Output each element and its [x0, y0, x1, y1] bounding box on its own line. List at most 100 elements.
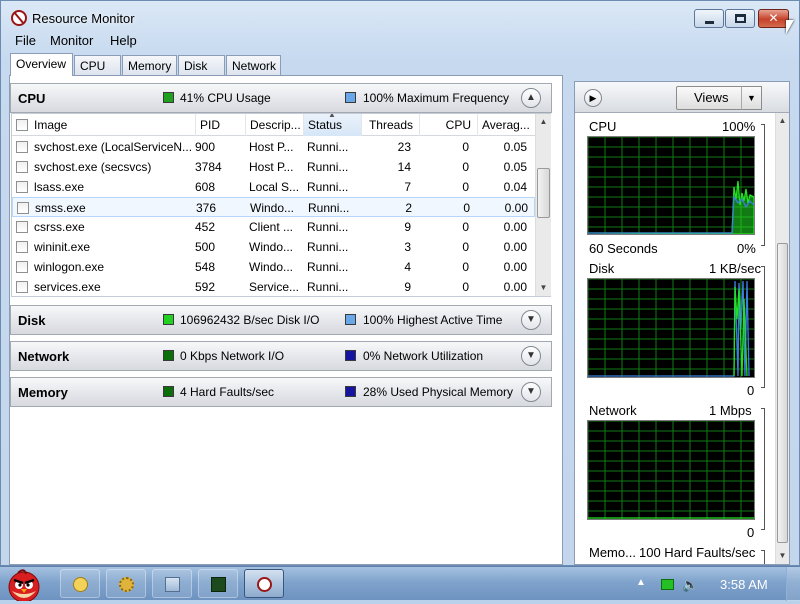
- table-cell-average: 0.00: [503, 240, 527, 254]
- column-header-status[interactable]: ▲ Status: [303, 114, 361, 136]
- column-header-status-label: Status: [308, 118, 343, 132]
- table-cell-threads: 14: [397, 160, 411, 174]
- cpu-graph-min: 0%: [737, 241, 756, 256]
- table-cell-status: Runni...: [307, 220, 349, 234]
- row-checkbox[interactable]: [17, 202, 29, 214]
- tab-cpu[interactable]: CPU: [74, 55, 121, 75]
- table-scrollbar[interactable]: ▲ ▼: [535, 114, 551, 296]
- taskbar-task-manager-button[interactable]: [198, 569, 238, 598]
- graphs-scrollbar[interactable]: ▲ ▼: [775, 113, 789, 564]
- views-dropdown-button[interactable]: ▼: [741, 86, 762, 110]
- cpu-graph-timespan: 60 Seconds: [589, 241, 658, 256]
- title-bar[interactable]: Resource Monitor ✕: [1, 1, 799, 31]
- row-checkbox[interactable]: [16, 281, 28, 293]
- select-all-checkbox[interactable]: [16, 119, 28, 131]
- row-checkbox[interactable]: [16, 181, 28, 193]
- row-checkbox[interactable]: [16, 261, 28, 273]
- row-checkbox[interactable]: [16, 141, 28, 153]
- row-checkbox[interactable]: [16, 161, 28, 173]
- tab-network[interactable]: Network: [226, 55, 281, 75]
- column-header-average[interactable]: Averag...: [477, 114, 535, 136]
- cpu-usage-label: 41% CPU Usage: [180, 91, 271, 105]
- table-row[interactable]: svchost.exe (LocalServiceN... 900 Host P..…: [12, 137, 535, 157]
- tab-disk[interactable]: Disk: [178, 55, 225, 75]
- graphs-scroll-thumb[interactable]: [777, 243, 788, 543]
- folder-icon: [73, 577, 88, 592]
- volume-tray-icon[interactable]: 🔈: [682, 577, 698, 593]
- overview-pane: CPU 41% CPU Usage 100% Maximum Frequency…: [9, 76, 563, 565]
- table-scroll-thumb[interactable]: [537, 168, 550, 218]
- table-row[interactable]: smss.exe 376 Windo... Runni... 2 0 0.00: [12, 197, 535, 217]
- close-button[interactable]: ✕: [758, 9, 789, 28]
- column-header-threads[interactable]: Threads: [361, 114, 419, 136]
- cpu-frequency-trace: [588, 195, 754, 234]
- tab-memory[interactable]: Memory: [122, 55, 177, 75]
- network-io-label: 0 Kbps Network I/O: [180, 349, 285, 363]
- table-cell-threads: 2: [405, 201, 412, 215]
- table-cell-status: Runni...: [307, 180, 349, 194]
- maximize-button[interactable]: [725, 9, 755, 28]
- table-row[interactable]: winlogon.exe 548 Windo... Runni... 4 0 0.00: [12, 257, 535, 277]
- show-hidden-icons-icon[interactable]: ▲: [636, 577, 646, 588]
- hard-faults-label: 4 Hard Faults/sec: [180, 385, 275, 399]
- scroll-down-arrow-icon[interactable]: ▼: [776, 548, 789, 564]
- table-cell-pid: 452: [195, 220, 216, 234]
- network-utilization-label: 0% Network Utilization: [363, 349, 484, 363]
- row-checkbox[interactable]: [16, 221, 28, 233]
- taskbar-clock[interactable]: 3:58 AM: [720, 577, 768, 592]
- network-expand-button[interactable]: ▼: [521, 346, 541, 366]
- disk-graph-title: Disk: [589, 261, 615, 276]
- network-io-swatch: [163, 350, 174, 361]
- row-checkbox[interactable]: [16, 241, 28, 253]
- show-desktop-button[interactable]: [786, 567, 800, 601]
- disk-graph-canvas: [588, 279, 754, 377]
- taskbar-file-button[interactable]: [152, 569, 192, 598]
- table-row[interactable]: svchost.exe (secsvcs) 3784 Host P... Runni.…: [12, 157, 535, 177]
- resource-monitor-icon: [257, 577, 272, 592]
- disk-expand-button[interactable]: ▼: [521, 310, 541, 330]
- tab-overview[interactable]: Overview: [10, 53, 73, 76]
- table-row[interactable]: wininit.exe 500 Windo... Runni... 3 0 0.00: [12, 237, 535, 257]
- memory-graph-max: 100 Hard Faults/sec: [639, 545, 756, 560]
- memory-section-header[interactable]: Memory 4 Hard Faults/sec 28% Used Physic…: [10, 377, 552, 407]
- disk-active-time-label: 100% Highest Active Time: [363, 313, 503, 327]
- column-header-description[interactable]: Descrip...: [245, 114, 303, 136]
- graphs-toolbar: ▶ Views ▼: [575, 82, 789, 113]
- menu-monitor[interactable]: Monitor: [50, 33, 93, 48]
- taskbar-explorer-button[interactable]: [60, 569, 100, 598]
- network-tray-icon[interactable]: [661, 579, 674, 590]
- menu-file[interactable]: File: [15, 33, 36, 48]
- chevron-down-icon: ▼: [526, 386, 536, 397]
- cpu-section-header[interactable]: CPU 41% CPU Usage 100% Maximum Frequency…: [10, 83, 552, 113]
- network-graph-title: Network: [589, 403, 637, 418]
- disk-section-header[interactable]: Disk 106962432 B/sec Disk I/O 100% Highe…: [10, 305, 552, 335]
- table-cell-average: 0.00: [503, 280, 527, 294]
- scroll-up-arrow-icon[interactable]: ▲: [776, 113, 789, 129]
- memory-expand-button[interactable]: ▼: [521, 382, 541, 402]
- menu-help[interactable]: Help: [110, 33, 137, 48]
- table-row[interactable]: lsass.exe 608 Local S... Runni... 7 0 0.04: [12, 177, 535, 197]
- cpu-collapse-button[interactable]: ▲: [521, 88, 541, 108]
- taskbar-settings-button[interactable]: [106, 569, 146, 598]
- start-button[interactable]: [4, 567, 46, 603]
- table-cell-description: Host P...: [249, 140, 294, 154]
- table-header-row: Image PID Descrip... ▲ Status Threads CP…: [12, 114, 535, 136]
- mouse-cursor-icon: [786, 20, 794, 34]
- table-cell-description: Windo...: [250, 201, 295, 215]
- column-header-cpu[interactable]: CPU: [419, 114, 477, 136]
- table-row[interactable]: services.exe 592 Service... Runni... 9 0 0.00: [12, 277, 535, 297]
- taskbar-resource-monitor-button[interactable]: [244, 569, 284, 598]
- column-header-pid[interactable]: PID: [195, 114, 245, 136]
- scroll-up-arrow-icon[interactable]: ▲: [536, 114, 551, 130]
- scroll-down-arrow-icon[interactable]: ▼: [536, 280, 551, 296]
- chevron-down-icon: ▼: [526, 314, 536, 325]
- minimize-button[interactable]: [694, 9, 724, 28]
- network-section-header[interactable]: Network 0 Kbps Network I/O 0% Network Ut…: [10, 341, 552, 371]
- table-row[interactable]: csrss.exe 452 Client ... Runni... 9 0 0.00: [12, 217, 535, 237]
- cpu-graph-max: 100%: [722, 119, 756, 134]
- collapse-graphs-button[interactable]: ▶: [584, 89, 602, 107]
- table-cell-average: 0.00: [503, 220, 527, 234]
- table-cell-description: Windo...: [249, 260, 294, 274]
- column-header-image[interactable]: Image: [30, 114, 195, 136]
- table-cell-cpu: 0: [462, 240, 469, 254]
